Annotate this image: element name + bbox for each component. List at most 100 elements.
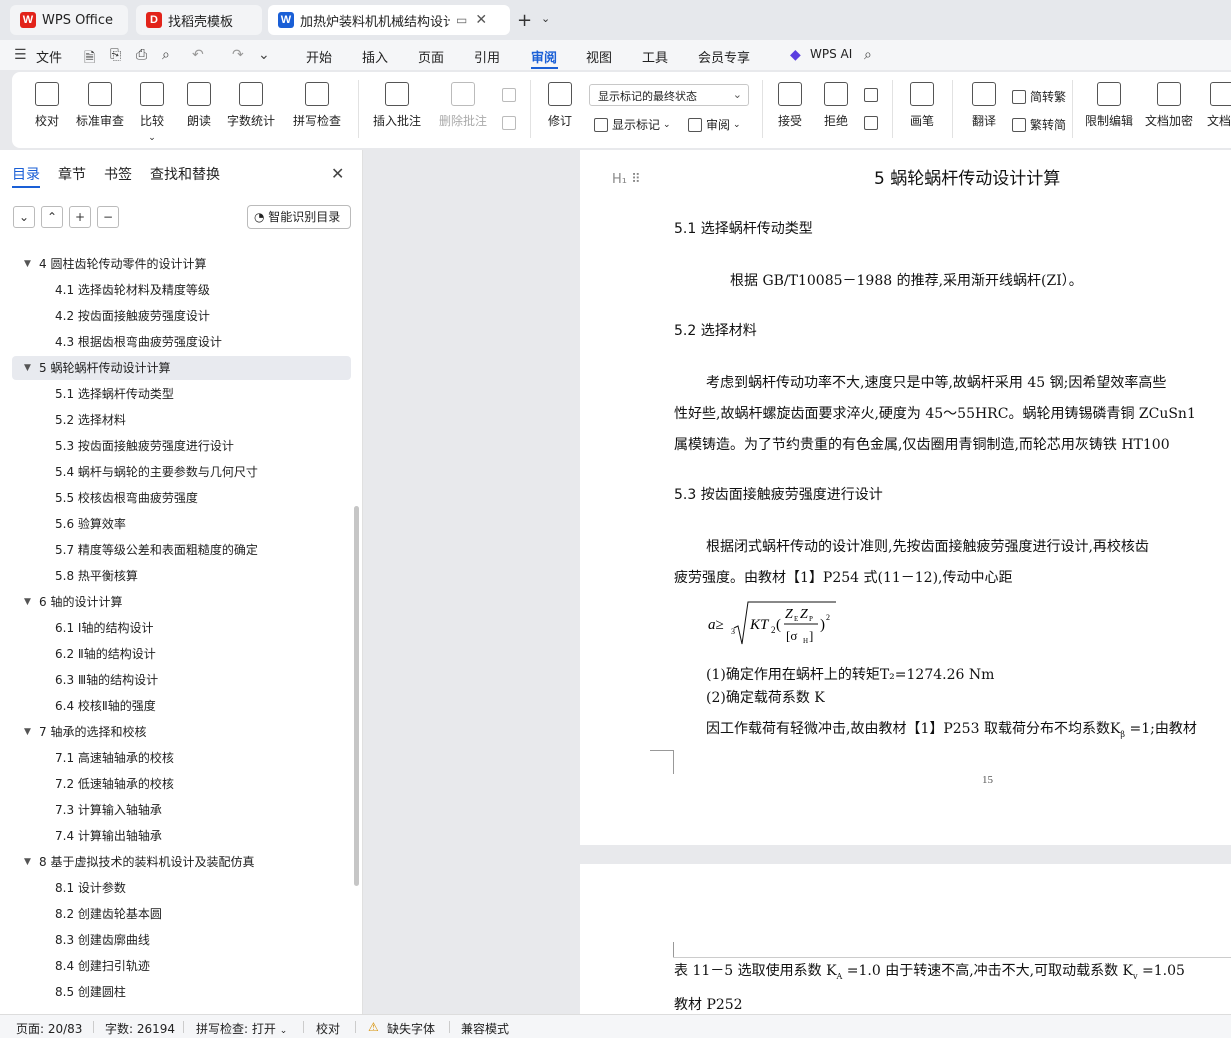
toc-item[interactable]: 5.5 校核齿根弯曲疲劳强度 bbox=[12, 486, 351, 510]
insert-comment-button[interactable]: 插入批注 bbox=[372, 82, 422, 129]
tab-template[interactable]: D 找稻壳模板 bbox=[136, 5, 262, 35]
show-markup-button[interactable]: 显示标记 ⌄ bbox=[594, 116, 671, 133]
markup-state-select[interactable]: 显示标记的最终状态 ⌄ bbox=[589, 84, 749, 106]
page-indicator[interactable]: 页面: 20/83 bbox=[16, 1020, 82, 1037]
proofread-button[interactable]: 校对 bbox=[34, 82, 60, 129]
translate-button[interactable]: 翻译 bbox=[966, 82, 1002, 129]
undo-icon[interactable]: ↶ bbox=[192, 47, 204, 63]
proof-status[interactable]: 校对 bbox=[316, 1020, 340, 1037]
new-tab-icon[interactable]: + bbox=[517, 10, 532, 31]
word-count-button[interactable]: 字数统计 bbox=[226, 82, 276, 129]
restrict-edit-button[interactable]: 限制编辑 bbox=[1084, 82, 1134, 129]
word-count-indicator[interactable]: 字数: 26194 bbox=[105, 1020, 175, 1037]
delete-comment-button[interactable]: 删除批注 bbox=[432, 82, 494, 129]
nav-tab-find-replace[interactable]: 查找和替换 bbox=[150, 164, 220, 184]
nav-tab-toc[interactable]: 目录 bbox=[12, 164, 40, 184]
expand-triangle-icon[interactable]: ▼ bbox=[24, 720, 31, 744]
expand-down-button[interactable]: ⌄ bbox=[13, 206, 35, 228]
collapse-up-button[interactable]: ⌃ bbox=[41, 206, 63, 228]
menu-insert[interactable]: 插入 bbox=[362, 47, 388, 66]
monitor-icon[interactable]: ▭ bbox=[456, 13, 467, 27]
toc-item[interactable]: ▼ 8 基于虚拟技术的装料机设计及装配仿真 bbox=[12, 850, 351, 874]
read-aloud-button[interactable]: 朗读 bbox=[186, 82, 212, 129]
toc-item[interactable]: 5.8 热平衡核算 bbox=[12, 564, 351, 588]
search-icon[interactable]: ⌕ bbox=[864, 47, 872, 63]
toc-item[interactable]: 8.2 创建齿轮基本圆 bbox=[12, 902, 351, 926]
menu-review[interactable]: 审阅 bbox=[531, 47, 557, 66]
hamburger-icon[interactable]: ☰ bbox=[14, 47, 27, 63]
smart-toc-button[interactable]: ◔ 智能识别目录 bbox=[247, 205, 351, 229]
tab-wps-office[interactable]: W WPS Office bbox=[10, 5, 128, 35]
spell-check-button[interactable]: 拼写检查 bbox=[286, 82, 348, 129]
toc-item[interactable]: 8.1 设计参数 bbox=[12, 876, 351, 900]
menu-view[interactable]: 视图 bbox=[586, 47, 612, 66]
doc-more-button[interactable]: 文档 bbox=[1204, 82, 1231, 129]
toc-item[interactable]: 5.7 精度等级公差和表面粗糙度的确定 bbox=[12, 538, 351, 562]
toc-item[interactable]: 4.1 选择齿轮材料及精度等级 bbox=[12, 278, 351, 302]
print-preview-icon[interactable]: ⌕ bbox=[162, 47, 170, 63]
to-traditional-button[interactable]: 简转繁 bbox=[1012, 88, 1066, 105]
redo-icon[interactable]: ↷ bbox=[232, 47, 244, 63]
toc-item[interactable]: 4.3 根据齿根弯曲疲劳强度设计 bbox=[12, 330, 351, 354]
doc-encrypt-button[interactable]: 文档加密 bbox=[1144, 82, 1194, 129]
expand-triangle-icon[interactable]: ▼ bbox=[24, 850, 31, 874]
toc-item[interactable]: 5.1 选择蜗杆传动类型 bbox=[12, 382, 351, 406]
menu-tools[interactable]: 工具 bbox=[642, 47, 668, 66]
toc-item[interactable]: 6.2 Ⅱ轴的结构设计 bbox=[12, 642, 351, 666]
add-heading-button[interactable]: + bbox=[69, 206, 91, 228]
menu-reference[interactable]: 引用 bbox=[474, 47, 500, 66]
toc-item[interactable]: ▼ 6 轴的设计计算 bbox=[12, 590, 351, 614]
review-pane-button[interactable]: 审阅 ⌄ bbox=[688, 116, 741, 133]
prev-comment-button[interactable] bbox=[502, 88, 520, 102]
toc-item[interactable]: 8.4 创建扫引轨迹 bbox=[12, 954, 351, 978]
menu-member[interactable]: 会员专享 bbox=[698, 47, 750, 66]
more-icon[interactable]: ⌄ bbox=[258, 47, 270, 63]
expand-triangle-icon[interactable]: ▼ bbox=[24, 356, 31, 380]
toc-item[interactable]: ▼ 5 蜗轮蜗杆传动设计计算 bbox=[12, 356, 351, 380]
close-panel-icon[interactable]: ✕ bbox=[331, 164, 344, 183]
toc-item[interactable]: 7.2 低速轴轴承的校核 bbox=[12, 772, 351, 796]
toc-item[interactable]: 7.1 高速轴轴承的校核 bbox=[12, 746, 351, 770]
toc-scrollbar[interactable] bbox=[354, 506, 359, 886]
toc-item[interactable]: 6.1 Ⅰ轴的结构设计 bbox=[12, 616, 351, 640]
expand-triangle-icon[interactable]: ▼ bbox=[24, 252, 31, 276]
toc-item[interactable]: 4.2 按齿面接触疲劳强度设计 bbox=[12, 304, 351, 328]
nav-tab-bookmarks[interactable]: 书签 bbox=[104, 164, 132, 184]
compat-mode-indicator[interactable]: 兼容模式 bbox=[461, 1020, 509, 1037]
toc-item[interactable]: 7.4 计算输出轴轴承 bbox=[12, 824, 351, 848]
revise-button[interactable]: 修订 bbox=[542, 82, 578, 129]
toc-item[interactable]: 5.3 按齿面接触疲劳强度进行设计 bbox=[12, 434, 351, 458]
chevron-down-icon[interactable]: ⌄ bbox=[541, 12, 550, 25]
print-icon[interactable]: ⎙ bbox=[136, 47, 147, 63]
toc-item[interactable]: 6.4 校核Ⅱ轴的强度 bbox=[12, 694, 351, 718]
next-comment-button[interactable] bbox=[502, 116, 520, 130]
toc-item[interactable]: ▼ 4 圆柱齿轮传动零件的设计计算 bbox=[12, 252, 351, 276]
toc-item[interactable]: 8.5 创建圆柱 bbox=[12, 980, 351, 1004]
reject-button[interactable]: 拒绝 bbox=[818, 82, 854, 129]
prev-change-button[interactable] bbox=[864, 88, 882, 102]
compare-button[interactable]: 比较 ⌄ bbox=[134, 82, 170, 143]
close-tab-icon[interactable]: ✕ bbox=[475, 12, 487, 28]
accept-button[interactable]: 接受 bbox=[772, 82, 808, 129]
menu-wps-ai[interactable]: WPS AI bbox=[810, 47, 852, 61]
menu-page[interactable]: 页面 bbox=[418, 47, 444, 66]
tab-document[interactable]: W 加热炉装料机机械结构设计 说 ▭ ✕ bbox=[268, 5, 510, 35]
save-icon[interactable]: 🗎 bbox=[84, 47, 95, 71]
to-simplified-button[interactable]: 繁转简 bbox=[1012, 116, 1066, 133]
toc-item[interactable]: 5.6 验算效率 bbox=[12, 512, 351, 536]
heading-handle-icon[interactable]: H₁ ⠿ bbox=[612, 172, 641, 187]
toc-item[interactable]: 6.3 Ⅲ轴的结构设计 bbox=[12, 668, 351, 692]
expand-triangle-icon[interactable]: ▼ bbox=[24, 590, 31, 614]
missing-font-indicator[interactable]: 缺失字体 bbox=[387, 1020, 435, 1037]
standard-review-button[interactable]: 标准审查 bbox=[74, 82, 126, 129]
remove-heading-button[interactable]: − bbox=[97, 206, 119, 228]
export-icon[interactable]: ⎘ bbox=[110, 47, 121, 63]
nav-tab-chapters[interactable]: 章节 bbox=[58, 164, 86, 184]
toc-item[interactable]: 7.3 计算输入轴轴承 bbox=[12, 798, 351, 822]
pen-button[interactable]: 画笔 bbox=[908, 82, 936, 129]
toc-item[interactable]: 5.2 选择材料 bbox=[12, 408, 351, 432]
spell-check-toggle[interactable]: 拼写检查: 打开 ⌄ bbox=[196, 1020, 287, 1037]
menu-file[interactable]: 文件 bbox=[36, 47, 62, 66]
toc-item[interactable]: ▼ 7 轴承的选择和校核 bbox=[12, 720, 351, 744]
toc-item[interactable]: 8.3 创建齿廓曲线 bbox=[12, 928, 351, 952]
